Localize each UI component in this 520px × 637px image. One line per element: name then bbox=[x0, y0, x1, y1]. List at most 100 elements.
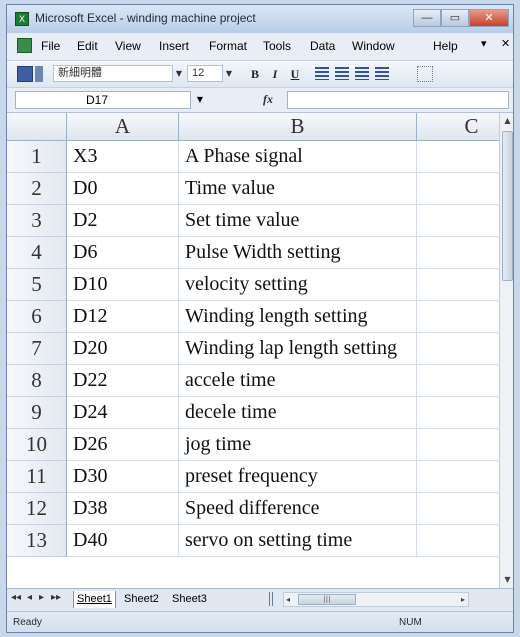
cell-b[interactable]: accele time bbox=[179, 365, 417, 397]
column-header-b[interactable]: B bbox=[179, 113, 417, 141]
row-header[interactable]: 9 bbox=[7, 397, 67, 429]
cell-a[interactable]: D40 bbox=[67, 525, 179, 557]
cell-b[interactable]: decele time bbox=[179, 397, 417, 429]
borders-icon[interactable] bbox=[417, 66, 433, 82]
cell-c[interactable] bbox=[417, 493, 499, 525]
insert-function-icon[interactable]: fx bbox=[263, 92, 273, 107]
cell-a[interactable]: D0 bbox=[67, 173, 179, 205]
cell-b[interactable]: jog time bbox=[179, 429, 417, 461]
minimize-button[interactable]: — bbox=[413, 9, 441, 27]
row-header[interactable]: 6 bbox=[7, 301, 67, 333]
align-left-icon[interactable] bbox=[315, 67, 329, 80]
cell-b[interactable]: velocity setting bbox=[179, 269, 417, 301]
cell-b[interactable]: Speed difference bbox=[179, 493, 417, 525]
column-header-c[interactable]: C bbox=[417, 113, 499, 141]
cell-b[interactable]: A Phase signal bbox=[179, 141, 417, 173]
menu-tools[interactable]: Tools bbox=[263, 39, 291, 53]
align-right-icon[interactable] bbox=[355, 67, 369, 80]
tab-split-handle[interactable] bbox=[269, 592, 273, 606]
column-header-a[interactable]: A bbox=[67, 113, 179, 141]
row-header[interactable]: 10 bbox=[7, 429, 67, 461]
save-icon[interactable] bbox=[17, 66, 33, 82]
cell-a[interactable]: D2 bbox=[67, 205, 179, 237]
scroll-down-icon[interactable]: ▼ bbox=[500, 572, 513, 588]
prev-sheet-icon[interactable]: ◂ bbox=[27, 592, 32, 603]
cell-a[interactable]: X3 bbox=[67, 141, 179, 173]
row-header[interactable]: 11 bbox=[7, 461, 67, 493]
cell-a[interactable]: D20 bbox=[67, 333, 179, 365]
align-center-icon[interactable] bbox=[335, 67, 349, 80]
next-sheet-icon[interactable]: ▸ bbox=[39, 592, 44, 603]
cell-a[interactable]: D38 bbox=[67, 493, 179, 525]
menu-format[interactable]: Format bbox=[209, 39, 247, 53]
last-sheet-icon[interactable]: ▸▸ bbox=[51, 592, 61, 603]
row-header[interactable]: 7 bbox=[7, 333, 67, 365]
row-header[interactable]: 5 bbox=[7, 269, 67, 301]
name-box[interactable]: D17 bbox=[15, 91, 191, 109]
horizontal-scroll-thumb[interactable]: ||| bbox=[298, 594, 356, 605]
cell-b[interactable]: Set time value bbox=[179, 205, 417, 237]
cell-c[interactable] bbox=[417, 269, 499, 301]
vertical-scroll-thumb[interactable] bbox=[502, 131, 513, 281]
row-header[interactable]: 1 bbox=[7, 141, 67, 173]
worksheet-grid[interactable]: A B C 1 X3 A Phase signal 2 D0 Time valu… bbox=[7, 113, 499, 588]
font-size-dropdown-icon[interactable]: ▼ bbox=[223, 65, 235, 82]
scroll-left-icon[interactable]: ◂ bbox=[286, 593, 290, 606]
cell-a[interactable]: D10 bbox=[67, 269, 179, 301]
horizontal-scrollbar[interactable]: ◂ ||| ▸ bbox=[283, 592, 469, 607]
maximize-button[interactable]: ▭ bbox=[441, 9, 469, 27]
cell-a[interactable]: D26 bbox=[67, 429, 179, 461]
row-header[interactable]: 13 bbox=[7, 525, 67, 557]
cell-a[interactable]: D12 bbox=[67, 301, 179, 333]
menu-window[interactable]: Window bbox=[352, 39, 395, 53]
tab-sheet2[interactable]: Sheet2 bbox=[121, 591, 162, 608]
cell-a[interactable]: D24 bbox=[67, 397, 179, 429]
font-name-box[interactable]: 新細明體 bbox=[53, 65, 173, 82]
menu-help[interactable]: Help bbox=[433, 39, 458, 53]
cell-a[interactable]: D22 bbox=[67, 365, 179, 397]
tab-sheet1[interactable]: Sheet1 bbox=[73, 591, 116, 608]
font-size-box[interactable]: 12 bbox=[187, 65, 223, 82]
menu-edit[interactable]: Edit bbox=[77, 39, 98, 53]
cell-c[interactable] bbox=[417, 301, 499, 333]
menu-file[interactable]: File bbox=[41, 39, 60, 53]
cell-c[interactable] bbox=[417, 141, 499, 173]
cell-a[interactable]: D6 bbox=[67, 237, 179, 269]
excel-app-icon[interactable]: X bbox=[15, 12, 29, 26]
merge-center-icon[interactable] bbox=[375, 67, 389, 80]
menu-data[interactable]: Data bbox=[310, 39, 335, 53]
close-button[interactable]: ✕ bbox=[469, 9, 509, 27]
cell-c[interactable] bbox=[417, 365, 499, 397]
cell-a[interactable]: D30 bbox=[67, 461, 179, 493]
vertical-scrollbar[interactable]: ▲ ▼ bbox=[499, 113, 513, 588]
font-name-dropdown-icon[interactable]: ▼ bbox=[173, 65, 185, 82]
cell-c[interactable] bbox=[417, 525, 499, 557]
menu-insert[interactable]: Insert bbox=[159, 39, 189, 53]
menu-view[interactable]: View bbox=[115, 39, 141, 53]
cell-c[interactable] bbox=[417, 397, 499, 429]
row-header[interactable]: 8 bbox=[7, 365, 67, 397]
row-header[interactable]: 12 bbox=[7, 493, 67, 525]
cell-c[interactable] bbox=[417, 429, 499, 461]
cell-c[interactable] bbox=[417, 237, 499, 269]
restore-window-button[interactable]: ▾ bbox=[481, 37, 487, 50]
scroll-up-icon[interactable]: ▲ bbox=[500, 113, 513, 129]
cell-c[interactable] bbox=[417, 333, 499, 365]
workbook-icon[interactable] bbox=[17, 38, 32, 53]
cell-c[interactable] bbox=[417, 205, 499, 237]
italic-button[interactable]: I bbox=[267, 66, 283, 82]
cell-c[interactable] bbox=[417, 173, 499, 205]
tab-sheet3[interactable]: Sheet3 bbox=[169, 591, 210, 608]
underline-button[interactable]: U bbox=[287, 66, 303, 82]
close-workbook-button[interactable]: ✕ bbox=[501, 37, 510, 50]
cell-b[interactable]: servo on setting time bbox=[179, 525, 417, 557]
scroll-right-icon[interactable]: ▸ bbox=[461, 593, 465, 606]
name-box-dropdown-icon[interactable]: ▼ bbox=[193, 91, 207, 109]
cell-b[interactable]: preset frequency bbox=[179, 461, 417, 493]
first-sheet-icon[interactable]: ◂◂ bbox=[11, 592, 21, 603]
row-header[interactable]: 4 bbox=[7, 237, 67, 269]
cell-b[interactable]: Winding lap length setting bbox=[179, 333, 417, 365]
cell-b[interactable]: Winding length setting bbox=[179, 301, 417, 333]
toolbar-options-icon[interactable] bbox=[35, 66, 43, 82]
cell-b[interactable]: Time value bbox=[179, 173, 417, 205]
